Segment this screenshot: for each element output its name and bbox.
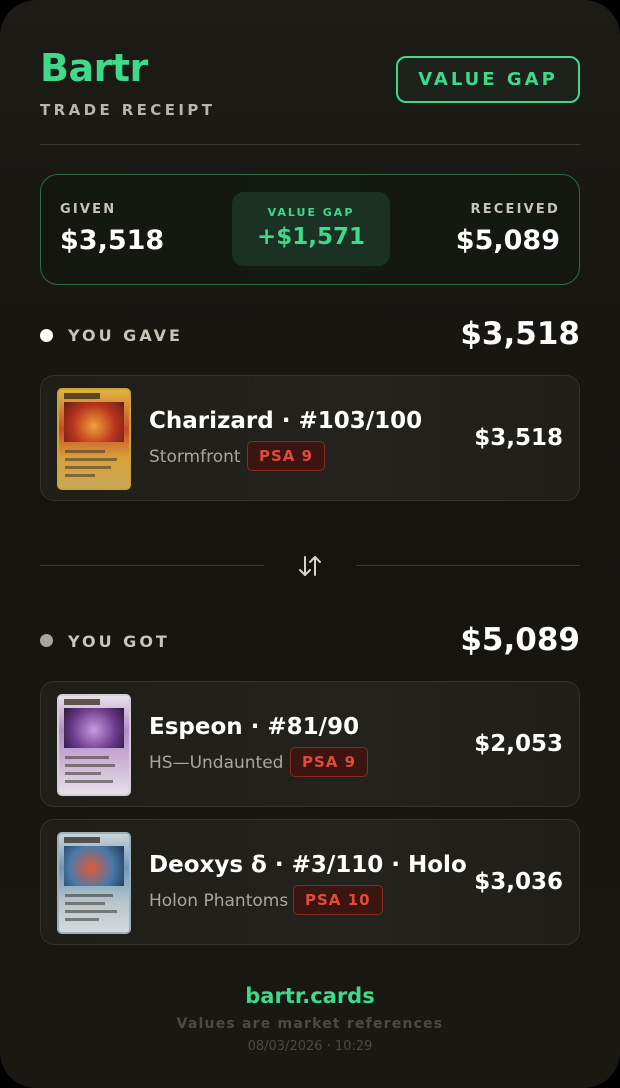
card-name: Charizard · #103/100 xyxy=(149,408,423,434)
footer-link[interactable]: bartr.cards xyxy=(0,984,620,1008)
got-total: $5,089 xyxy=(460,622,580,658)
got-dot-icon xyxy=(40,634,53,647)
header-divider xyxy=(40,144,580,145)
value-gap-value: +$1,571 xyxy=(256,224,366,250)
gave-section-label: YOU GAVE xyxy=(68,326,183,345)
card-set: HS—Undaunted xyxy=(149,753,284,773)
card-row-deoxys[interactable]: Deoxys δ · #3/110 · Holo Holon Phantoms … xyxy=(40,819,580,945)
grade-badge: PSA 9 xyxy=(290,747,369,777)
card-set: Stormfront xyxy=(149,447,241,467)
card-price: $3,036 xyxy=(474,869,563,895)
card-row-espeon[interactable]: Espeon · #81/90 HS—Undaunted PSA 9 $2,05… xyxy=(40,681,580,807)
card-row-charizard[interactable]: Charizard · #103/100 Stormfront PSA 9 $3… xyxy=(40,375,580,501)
card-name: Espeon · #81/90 xyxy=(149,714,360,740)
deoxys-card-image xyxy=(57,832,131,934)
summary-panel: GIVEN $3,518 VALUE GAP +$1,571 RECEIVED … xyxy=(40,174,580,285)
brand-logo: Bartr xyxy=(40,46,148,90)
received-label: RECEIVED xyxy=(470,202,560,217)
espeon-card-image xyxy=(57,694,131,796)
gave-dot-icon xyxy=(40,329,53,342)
receipt-subtitle: TRADE RECEIPT xyxy=(40,101,216,119)
grade-badge: PSA 10 xyxy=(293,885,383,915)
gave-total: $3,518 xyxy=(460,316,580,352)
footer-datetime: 08/03/2026 · 10:29 xyxy=(247,1039,373,1054)
value-gap-box: VALUE GAP +$1,571 xyxy=(232,192,390,266)
swap-arrows-icon xyxy=(299,556,321,576)
trade-receipt: Bartr TRADE RECEIPT VALUE GAP GIVEN $3,5… xyxy=(0,0,620,1088)
given-label: GIVEN xyxy=(60,202,117,217)
received-value: $5,089 xyxy=(455,225,560,256)
got-section-label: YOU GOT xyxy=(68,632,170,651)
value-gap-badge[interactable]: VALUE GAP xyxy=(396,56,580,103)
card-name: Deoxys δ · #3/110 · Holo xyxy=(149,852,467,878)
value-gap-label: VALUE GAP xyxy=(267,206,355,219)
footer-note: Values are market references xyxy=(176,1016,444,1032)
given-value: $3,518 xyxy=(60,225,165,256)
card-set: Holon Phantoms xyxy=(149,891,289,911)
swap-divider-left xyxy=(40,565,264,566)
swap-divider-right xyxy=(356,565,580,566)
charizard-card-image xyxy=(57,388,131,490)
card-price: $3,518 xyxy=(474,425,563,451)
card-price: $2,053 xyxy=(474,731,563,757)
grade-badge: PSA 9 xyxy=(247,441,326,471)
